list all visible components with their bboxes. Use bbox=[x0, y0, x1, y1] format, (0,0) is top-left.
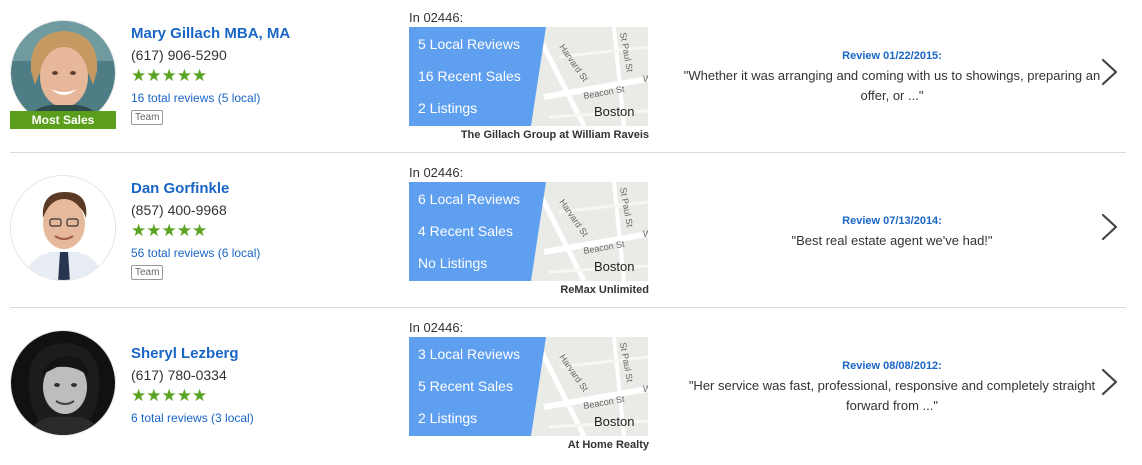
agent-phone: (617) 906-5290 bbox=[131, 47, 227, 63]
map-city-label: Boston bbox=[594, 104, 635, 119]
brokerage-name: ReMax Unlimited bbox=[560, 284, 649, 296]
agent-photo-wrapper[interactable] bbox=[10, 330, 116, 436]
review-snippet: Review 07/13/2014: "Best real estate age… bbox=[682, 214, 1102, 251]
recent-sales-stat[interactable]: 4 Recent Sales bbox=[418, 223, 513, 240]
review-quote: "Her service was fast, professional, res… bbox=[688, 378, 1096, 413]
local-stats: In 02446: Harvard St St Paul St Beacon S… bbox=[409, 10, 649, 141]
team-tag: Team bbox=[131, 110, 164, 125]
agent-row: Most Sales Mary Gillach MBA, MA (617) 90… bbox=[0, 0, 1142, 155]
agent-row: Dan Gorfinkle (857) 400-9968 ★★★★★ 56 to… bbox=[0, 155, 1142, 310]
agent-info: Sheryl Lezberg (617) 780-0334 ★★★★★ 6 to… bbox=[131, 345, 254, 425]
star-rating: ★★★★★ bbox=[131, 386, 208, 405]
local-stats: In 02446: Harvard St St Paul St Beacon S… bbox=[409, 165, 649, 296]
agent-info: Mary Gillach MBA, MA (617) 906-5290 ★★★★… bbox=[131, 25, 290, 125]
local-stats: In 02446: Harvard St St Paul St Beacon S… bbox=[409, 320, 649, 451]
agent-photo-wrapper[interactable]: Most Sales bbox=[10, 20, 116, 129]
recent-sales-stat[interactable]: 16 Recent Sales bbox=[418, 68, 521, 85]
row-divider bbox=[10, 307, 1126, 308]
zip-label: In 02446: bbox=[409, 10, 464, 25]
total-reviews-link[interactable]: 6 total reviews (3 local) bbox=[131, 411, 254, 425]
most-sales-badge: Most Sales bbox=[10, 111, 116, 129]
recent-sales-stat[interactable]: 5 Recent Sales bbox=[418, 378, 513, 395]
avatar[interactable] bbox=[10, 175, 116, 281]
star-rating: ★★★★★ bbox=[131, 66, 208, 85]
local-reviews-stat[interactable]: 3 Local Reviews bbox=[418, 346, 520, 363]
agent-name-link[interactable]: Sheryl Lezberg bbox=[131, 345, 254, 363]
review-snippet: Review 01/22/2015: "Whether it was arran… bbox=[682, 49, 1102, 106]
listings-stat[interactable]: 2 Listings bbox=[418, 410, 477, 427]
zip-label: In 02446: bbox=[409, 165, 464, 180]
star-rating: ★★★★★ bbox=[131, 221, 208, 240]
review-date: Review 01/22/2015: bbox=[842, 50, 942, 62]
avatar[interactable] bbox=[10, 330, 116, 436]
chevron-right-icon[interactable] bbox=[1098, 57, 1122, 87]
agent-row: Sheryl Lezberg (617) 780-0334 ★★★★★ 6 to… bbox=[0, 310, 1142, 465]
local-reviews-stat[interactable]: 6 Local Reviews bbox=[418, 191, 520, 208]
listings-stat[interactable]: 2 Listings bbox=[418, 100, 477, 117]
chevron-right-icon[interactable] bbox=[1098, 367, 1122, 397]
chevron-right-icon[interactable] bbox=[1098, 212, 1122, 242]
stats-map-card[interactable]: Harvard St St Paul St Beacon St W 3 Loca… bbox=[409, 337, 648, 436]
local-reviews-stat[interactable]: 5 Local Reviews bbox=[418, 36, 520, 53]
brokerage-name: The Gillach Group at William Raveis bbox=[460, 129, 649, 141]
review-quote: "Best real estate agent we've had!" bbox=[791, 233, 993, 248]
agent-list: Most Sales Mary Gillach MBA, MA (617) 90… bbox=[0, 0, 1142, 459]
agent-name-link[interactable]: Dan Gorfinkle bbox=[131, 180, 260, 198]
stats-map-card[interactable]: Harvard St St Paul St Beacon St W 6 Loca… bbox=[409, 182, 648, 281]
review-date: Review 08/08/2012: bbox=[842, 360, 942, 372]
team-tag: Team bbox=[131, 265, 164, 280]
agent-phone: (617) 780-0334 bbox=[131, 367, 227, 383]
zip-label: In 02446: bbox=[409, 320, 464, 335]
agent-info: Dan Gorfinkle (857) 400-9968 ★★★★★ 56 to… bbox=[131, 180, 260, 280]
agent-name-link[interactable]: Mary Gillach MBA, MA bbox=[131, 25, 290, 43]
review-quote: "Whether it was arranging and coming wit… bbox=[683, 68, 1101, 103]
review-date: Review 07/13/2014: bbox=[842, 215, 942, 227]
total-reviews-link[interactable]: 56 total reviews (6 local) bbox=[131, 246, 260, 260]
agent-photo-wrapper[interactable] bbox=[10, 175, 116, 281]
stats-map-card[interactable]: Harvard St St Paul St Beacon St W 5 Loca… bbox=[409, 27, 648, 126]
map-city-label: Boston bbox=[594, 259, 635, 274]
total-reviews-link[interactable]: 16 total reviews (5 local) bbox=[131, 91, 290, 105]
map-city-label: Boston bbox=[594, 414, 635, 429]
review-snippet: Review 08/08/2012: "Her service was fast… bbox=[682, 359, 1102, 416]
row-divider bbox=[10, 152, 1126, 153]
brokerage-name: At Home Realty bbox=[567, 439, 649, 451]
listings-stat[interactable]: No Listings bbox=[418, 255, 487, 272]
agent-phone: (857) 400-9968 bbox=[131, 202, 227, 218]
